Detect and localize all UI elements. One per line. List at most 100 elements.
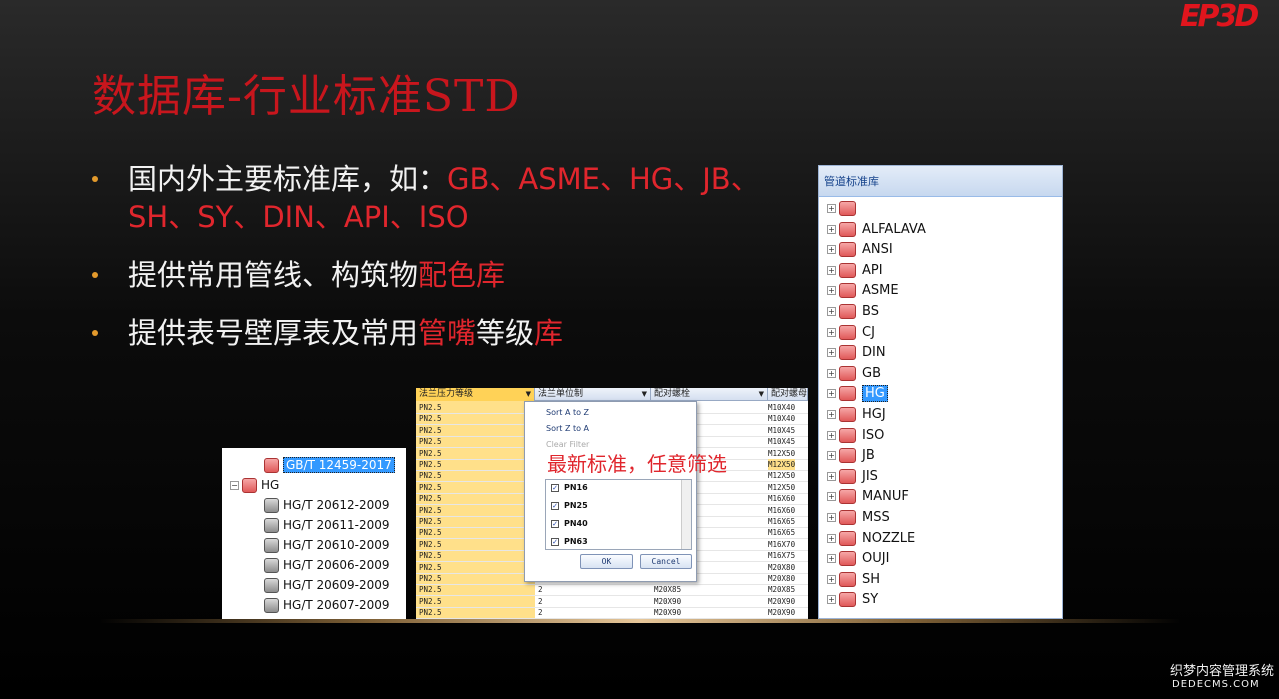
grid-cell-nut[interactable]: M12X50 <box>768 448 795 459</box>
grid-cell-nut[interactable]: M16X60 <box>768 505 795 516</box>
grid-cell-nut[interactable]: M16X65 <box>768 527 795 538</box>
checkbox-checked-icon[interactable]: ✓ <box>551 537 559 546</box>
standards-tree-item[interactable]: + ALFALAVA <box>827 220 926 241</box>
standards-tree-item[interactable]: + ASME <box>827 281 899 302</box>
standards-tree-item[interactable]: + GB <box>827 364 881 385</box>
dropdown-icon[interactable]: ▼ <box>642 388 647 401</box>
dropdown-icon[interactable]: ▼ <box>526 388 531 401</box>
expand-icon[interactable]: + <box>827 286 836 296</box>
expand-icon[interactable]: + <box>827 410 836 419</box>
sort-asc-item[interactable]: Sort A to Z <box>546 408 589 417</box>
grid-cell-pressure[interactable]: PN2.5 <box>419 482 442 493</box>
standards-tree-item[interactable]: + SH <box>827 570 880 591</box>
grid-cell-nut[interactable]: M20X85 <box>768 584 795 595</box>
standards-tree-item[interactable]: + <box>827 199 862 220</box>
grid-cell[interactable]: M20X90 <box>654 596 681 607</box>
filter-option[interactable]: ✓ PN40 <box>551 517 588 531</box>
header-bolt[interactable]: 配对螺栓 ▼ <box>651 388 768 401</box>
expand-icon[interactable]: + <box>827 245 836 255</box>
expand-icon[interactable]: + <box>827 492 836 502</box>
grid-cell-pressure[interactable]: PN2.5 <box>419 436 442 447</box>
standards-tree-item[interactable]: + ANSI <box>827 240 893 261</box>
tree-item[interactable]: HG/T 20611-2009 <box>264 515 390 535</box>
filter-option[interactable]: ✓ PN16 <box>551 481 588 495</box>
tree-item-selected[interactable]: GB/T 12459-2017 <box>264 455 395 475</box>
grid-cell-pressure[interactable]: PN2.5 <box>419 448 442 459</box>
expand-icon[interactable]: + <box>827 348 836 358</box>
grid-cell-pressure[interactable]: PN2.5 <box>419 550 442 561</box>
tree-item[interactable]: HG/T 20609-2009 <box>264 575 390 595</box>
scrollbar[interactable] <box>681 480 691 549</box>
grid-cell-nut[interactable]: M10X45 <box>768 425 795 436</box>
expand-icon[interactable]: + <box>827 327 836 337</box>
grid-cell-pressure[interactable]: PN2.5 <box>419 516 442 527</box>
grid-cell-nut[interactable]: M20X80 <box>768 562 795 573</box>
grid-cell-nut[interactable]: M10X40 <box>768 413 795 424</box>
grid-cell-nut[interactable]: M16X70 <box>768 539 795 550</box>
grid-cell-nut[interactable]: M10X40 <box>768 402 795 413</box>
grid-cell-pressure[interactable]: PN2.5 <box>419 527 442 538</box>
header-pressure-class[interactable]: 法兰压力等级 ▼ <box>416 388 535 401</box>
sort-desc-item[interactable]: Sort Z to A <box>546 424 589 433</box>
grid-cell-pressure[interactable]: PN2.5 <box>419 539 442 550</box>
grid-cell-pressure[interactable]: PN2.5 <box>419 573 442 584</box>
standards-tree-item[interactable]: + OUJI <box>827 549 889 570</box>
grid-cell[interactable]: M20X85 <box>654 584 681 595</box>
standards-tree-item[interactable]: + HG <box>827 384 888 405</box>
filter-option[interactable]: ✓ PN25 <box>551 499 588 513</box>
expand-icon[interactable]: + <box>827 574 836 584</box>
expand-icon[interactable]: + <box>827 307 836 316</box>
checkbox-checked-icon[interactable]: ✓ <box>551 519 559 528</box>
standards-tree-item[interactable]: + CJ <box>827 323 875 344</box>
standards-tree-item[interactable]: + BS <box>827 302 879 323</box>
standards-tree-item[interactable]: + HGJ <box>827 405 886 426</box>
expand-icon[interactable]: + <box>827 368 836 378</box>
expand-icon[interactable]: + <box>827 224 836 234</box>
grid-cell-nut[interactable]: M16X75 <box>768 550 795 561</box>
grid-cell-pressure[interactable]: PN2.5 <box>419 413 442 424</box>
grid-cell[interactable]: 2 <box>538 596 543 607</box>
tree-item[interactable]: HG/T 20610-2009 <box>264 535 390 555</box>
expand-icon[interactable]: + <box>827 451 836 461</box>
grid-cell[interactable]: 2 <box>538 584 543 595</box>
header-nut[interactable]: 配对螺母 <box>768 388 808 401</box>
standards-tree-item[interactable]: + JIS <box>827 467 878 488</box>
checkbox-checked-icon[interactable]: ✓ <box>551 501 559 510</box>
grid-cell-pressure[interactable]: PN2.5 <box>419 505 442 516</box>
standards-tree-item[interactable]: + ISO <box>827 426 884 447</box>
checkbox-checked-icon[interactable]: ✓ <box>551 483 559 492</box>
expand-icon[interactable]: + <box>827 204 836 213</box>
expand-icon[interactable]: + <box>827 595 836 605</box>
dropdown-icon[interactable]: ▼ <box>759 388 764 401</box>
tree-item[interactable]: HG/T 20607-2009 <box>264 595 390 615</box>
grid-cell-nut[interactable]: M12X50 <box>768 470 795 481</box>
cancel-button[interactable]: Cancel <box>640 554 692 569</box>
grid-cell-nut[interactable]: M12X50 <box>768 482 795 493</box>
standards-tree-item[interactable]: + API <box>827 261 883 282</box>
grid-cell-nut[interactable]: M10X45 <box>768 436 795 447</box>
header-unit-system[interactable]: 法兰单位制 ▼ <box>535 388 651 401</box>
grid-cell[interactable]: 2 <box>538 607 543 618</box>
standards-tree-item[interactable]: + SY <box>827 590 878 611</box>
filter-option[interactable]: ✓ PN63 <box>551 535 588 549</box>
grid-cell-nut[interactable]: M20X90 <box>768 596 795 607</box>
grid-cell-pressure[interactable]: PN2.5 <box>419 596 442 607</box>
standards-tree-item[interactable]: + NOZZLE <box>827 529 915 550</box>
standards-tree-item[interactable]: + DIN <box>827 343 886 364</box>
grid-cell-nut[interactable]: M12X50 <box>768 459 796 471</box>
grid-cell-pressure[interactable]: PN2.5 <box>419 402 442 413</box>
expand-icon[interactable]: + <box>827 430 836 440</box>
standards-tree-item[interactable]: + MSS <box>827 508 890 529</box>
grid-cell-pressure[interactable]: PN2.5 <box>419 562 442 573</box>
grid-cell-nut[interactable]: M20X90 <box>768 607 795 618</box>
tree-group-hg[interactable]: − HG <box>230 475 279 495</box>
grid-cell-pressure[interactable]: PN2.5 <box>419 425 442 436</box>
grid-cell-nut[interactable]: M16X65 <box>768 516 795 527</box>
grid-cell-pressure[interactable]: PN2.5 <box>419 584 442 595</box>
tree-item[interactable]: HG/T 20606-2009 <box>264 555 390 575</box>
expand-icon[interactable]: + <box>827 533 836 543</box>
standards-tree-item[interactable]: + JB <box>827 446 875 467</box>
expand-icon[interactable]: + <box>827 554 836 564</box>
grid-cell-nut[interactable]: M20X80 <box>768 573 795 584</box>
collapse-icon[interactable]: − <box>230 481 239 490</box>
